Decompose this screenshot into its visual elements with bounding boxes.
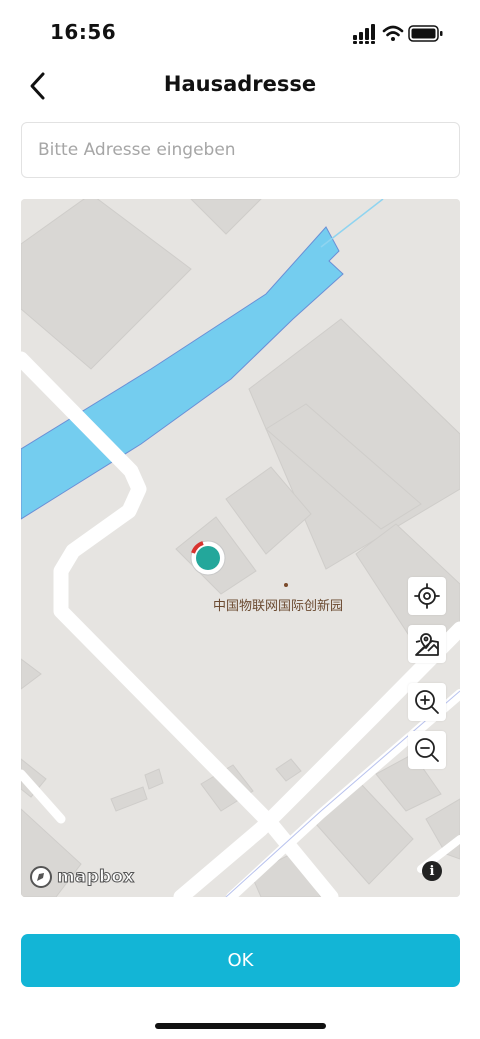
status-icons [352,22,452,46]
address-search-input[interactable] [21,122,460,178]
location-pin-marker[interactable] [189,539,227,577]
status-bar: 16:56 [0,0,480,64]
nav-bar: Hausadresse [0,60,480,110]
locate-button[interactable] [408,577,446,615]
zoom-out-icon [415,738,439,762]
map-canvas[interactable] [21,199,460,897]
poi-label: 中国物联网国际创新园 [213,599,344,614]
map-view[interactable]: 中国物联网国际创新园 mapbox i [21,199,460,897]
mapbox-wordmark: mapbox [56,867,135,888]
wifi-icon [382,25,404,41]
mapbox-logo[interactable]: mapbox [29,865,135,889]
locate-icon [414,583,440,609]
battery-icon [408,25,443,42]
ok-button[interactable]: OK [21,934,460,987]
mapbox-logo-icon [30,866,52,888]
page-title: Hausadresse [163,72,317,96]
map-pin-button[interactable] [408,625,446,663]
status-time: 16:56 [50,20,117,44]
poi-marker [284,583,288,587]
zoom-in-button[interactable] [408,683,446,721]
info-icon[interactable]: i [422,861,442,881]
zoom-out-button[interactable] [408,731,446,769]
map-pin-icon [415,633,439,656]
zoom-in-icon [415,690,439,714]
home-indicator [155,1023,326,1029]
cellular-icon [353,24,375,44]
